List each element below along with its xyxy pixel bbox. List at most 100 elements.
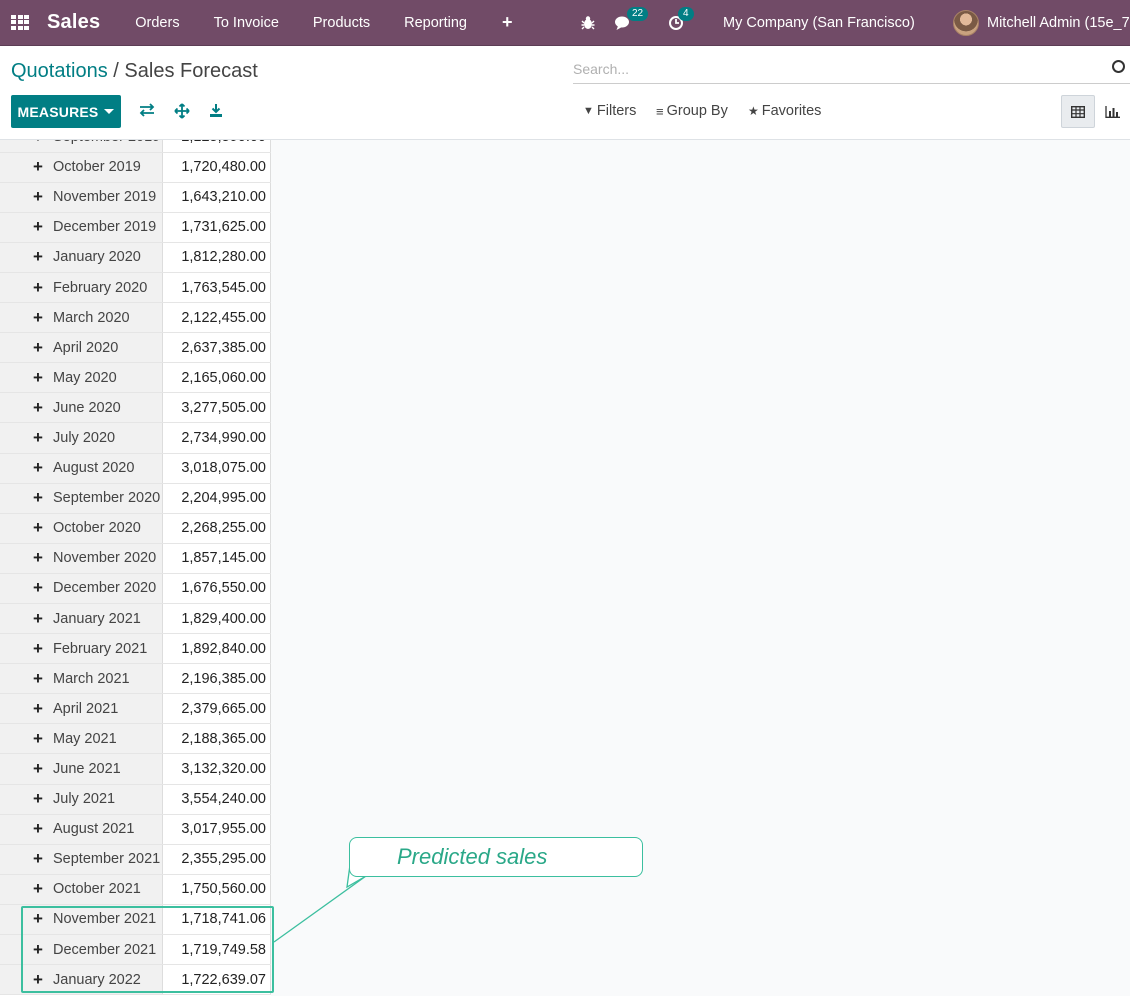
expand-plus-icon[interactable]: + [33,368,43,388]
row-header[interactable]: + January 2021 [0,603,164,635]
row-value[interactable]: 1,643,210.00 [162,182,271,213]
row-value[interactable]: 3,132,320.00 [162,753,271,785]
row-value[interactable]: 3,018,075.00 [162,453,271,484]
row-header[interactable]: + February 2020 [0,272,164,304]
graph-view-button[interactable] [1096,95,1130,128]
expand-plus-icon[interactable]: + [33,639,43,659]
breadcrumb-quotations[interactable]: Quotations [11,60,108,82]
measures-button[interactable]: MEASURES [11,95,121,128]
expand-plus-icon[interactable]: + [33,819,43,839]
expand-plus-icon[interactable]: + [33,789,43,809]
row-header[interactable]: + May 2021 [0,723,164,755]
expand-plus-icon[interactable]: + [33,849,43,869]
expand-plus-icon[interactable]: + [33,609,43,629]
row-value[interactable]: 1,731,625.00 [162,212,271,243]
row-header[interactable]: + November 2020 [0,543,164,574]
download-icon[interactable] [209,103,223,123]
search-input[interactable] [573,56,1093,82]
expand-plus-icon[interactable]: + [33,488,43,508]
expand-plus-icon[interactable]: + [33,140,43,147]
expand-plus-icon[interactable]: + [33,578,43,598]
row-header[interactable]: + February 2021 [0,633,164,665]
row-header[interactable]: + December 2020 [0,573,164,605]
menu-to-invoice[interactable]: To Invoice [197,15,296,31]
apps-menu-icon[interactable] [11,14,31,31]
messages-icon[interactable]: 22 [615,0,649,46]
plus-icon[interactable]: + [484,12,531,33]
row-value[interactable]: 2,268,255.00 [162,513,271,544]
row-header[interactable]: + April 2020 [0,332,164,364]
group-by-button[interactable]: ≡ Group By [656,103,728,119]
row-header[interactable]: + October 2020 [0,513,164,544]
row-value[interactable]: 2,125,590.00 [162,140,271,153]
row-value[interactable]: 2,188,365.00 [162,723,271,755]
row-header[interactable]: + April 2021 [0,693,164,725]
expand-plus-icon[interactable]: + [33,699,43,719]
expand-plus-icon[interactable]: + [33,187,43,207]
row-header[interactable]: + July 2020 [0,422,164,454]
expand-plus-icon[interactable]: + [33,548,43,568]
row-header[interactable]: + December 2019 [0,212,164,243]
row-value[interactable]: 2,637,385.00 [162,332,271,364]
expand-plus-icon[interactable]: + [33,518,43,538]
row-value[interactable]: 1,857,145.00 [162,543,271,574]
row-header[interactable]: + July 2021 [0,784,164,815]
row-value[interactable]: 2,379,665.00 [162,693,271,725]
expand-plus-icon[interactable]: + [33,879,43,899]
row-header[interactable]: + August 2021 [0,814,164,845]
row-value[interactable]: 2,355,295.00 [162,844,271,875]
debug-icon[interactable] [581,0,595,46]
expand-plus-icon[interactable]: + [33,398,43,418]
row-value[interactable]: 2,734,990.00 [162,422,271,454]
row-value[interactable]: 2,204,995.00 [162,483,271,514]
menu-reporting[interactable]: Reporting [387,15,484,31]
pivot-view-button[interactable] [1061,95,1095,128]
expand-plus-icon[interactable]: + [33,157,43,177]
row-value[interactable]: 3,017,955.00 [162,814,271,845]
expand-plus-icon[interactable]: + [33,729,43,749]
row-header[interactable]: +September 2019 [0,140,164,153]
row-value[interactable]: 1,763,545.00 [162,272,271,304]
row-value[interactable]: 2,122,455.00 [162,302,271,334]
row-header[interactable]: + January 2020 [0,242,164,273]
row-value[interactable]: 1,720,480.00 [162,152,271,183]
expand-plus-icon[interactable]: + [33,247,43,267]
row-header[interactable]: + June 2021 [0,753,164,785]
search-icon[interactable] [1112,60,1125,73]
company-switcher[interactable]: My Company (San Francisco) [723,0,915,46]
expand-plus-icon[interactable]: + [33,338,43,358]
user-menu[interactable]: Mitchell Admin (15e_7 [953,0,1130,46]
row-header[interactable]: + August 2020 [0,453,164,484]
favorites-button[interactable]: ★ Favorites [748,103,821,119]
row-value[interactable]: 1,750,560.00 [162,874,271,905]
expand-plus-icon[interactable]: + [33,759,43,779]
row-header[interactable]: + March 2021 [0,663,164,695]
row-header[interactable]: + September 2020 [0,483,164,514]
activities-icon[interactable]: 4 [668,0,694,46]
row-header[interactable]: + October 2021 [0,874,164,905]
expand-plus-icon[interactable]: + [33,458,43,478]
row-value[interactable]: 3,277,505.00 [162,392,271,424]
row-value[interactable]: 2,165,060.00 [162,362,271,394]
app-name[interactable]: Sales [47,11,100,34]
menu-orders[interactable]: Orders [118,15,196,31]
row-value[interactable]: 3,554,240.00 [162,784,271,815]
flip-axis-icon[interactable] [139,103,155,122]
row-value[interactable]: 1,829,400.00 [162,603,271,635]
row-value[interactable]: 1,676,550.00 [162,573,271,605]
expand-plus-icon[interactable]: + [33,217,43,237]
row-value[interactable]: 1,812,280.00 [162,242,271,273]
row-header[interactable]: + October 2019 [0,152,164,183]
expand-all-icon[interactable] [174,103,190,124]
row-header[interactable]: + November 2019 [0,182,164,213]
filters-button[interactable]: ▼ Filters [583,103,636,119]
expand-plus-icon[interactable]: + [33,278,43,298]
row-value[interactable]: 1,892,840.00 [162,633,271,665]
row-value[interactable]: 2,196,385.00 [162,663,271,695]
row-header[interactable]: + June 2020 [0,392,164,424]
expand-plus-icon[interactable]: + [33,428,43,448]
row-header[interactable]: + May 2020 [0,362,164,394]
row-header[interactable]: + March 2020 [0,302,164,334]
menu-products[interactable]: Products [296,15,387,31]
expand-plus-icon[interactable]: + [33,308,43,328]
